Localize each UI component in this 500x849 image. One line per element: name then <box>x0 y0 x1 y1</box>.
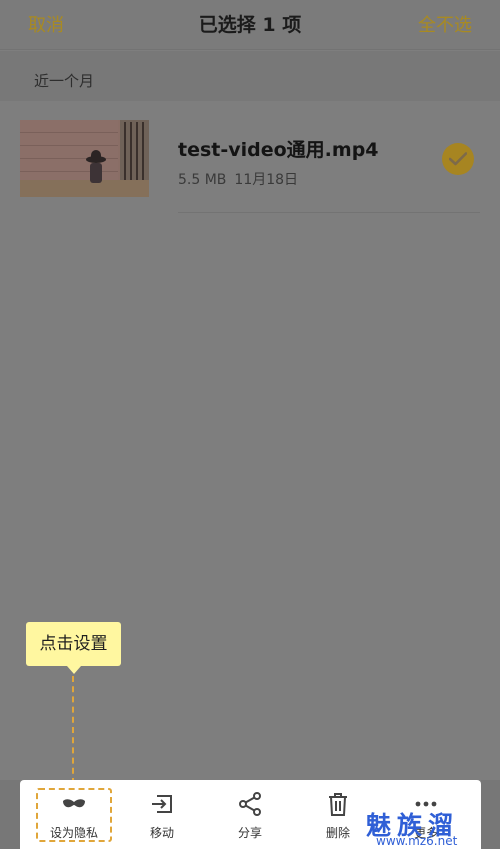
tooltip-connector <box>72 676 74 784</box>
list-item[interactable]: test-video通用.mp4 5.5 MB 11月18日 <box>0 101 500 215</box>
mask-icon <box>34 790 114 818</box>
share-icon <box>210 790 290 818</box>
set-private-button[interactable]: 设为隐私 <box>34 780 114 849</box>
move-label: 移动 <box>149 826 174 840</box>
set-private-label: 设为隐私 <box>49 826 98 840</box>
tooltip-arrow <box>67 666 81 674</box>
tooltip-text: 点击设置 <box>39 634 108 654</box>
top-bar: 取消 已选择 1 项 全不选 <box>0 0 500 50</box>
selected-check-icon[interactable] <box>442 143 474 175</box>
video-thumbnail <box>20 120 149 197</box>
deselect-all-button[interactable]: 全不选 <box>418 11 472 37</box>
share-label: 分享 <box>237 826 262 840</box>
file-meta: 5.5 MB 11月18日 <box>178 169 298 189</box>
tooltip: 点击设置 <box>26 622 121 666</box>
file-size: 5.5 MB <box>178 172 227 188</box>
divider <box>178 212 480 213</box>
watermark-url: www.mz6.net <box>376 834 458 848</box>
file-date: 11月18日 <box>234 172 299 188</box>
watermark: 魅族溜 www.mz6.net <box>366 806 486 849</box>
move-button[interactable]: 移动 <box>122 780 202 849</box>
section-label: 近一个月 <box>34 72 95 90</box>
file-name: test-video通用.mp4 <box>178 139 379 161</box>
share-button[interactable]: 分享 <box>210 780 290 849</box>
section-header: 近一个月 <box>0 51 500 101</box>
move-icon <box>122 790 202 818</box>
